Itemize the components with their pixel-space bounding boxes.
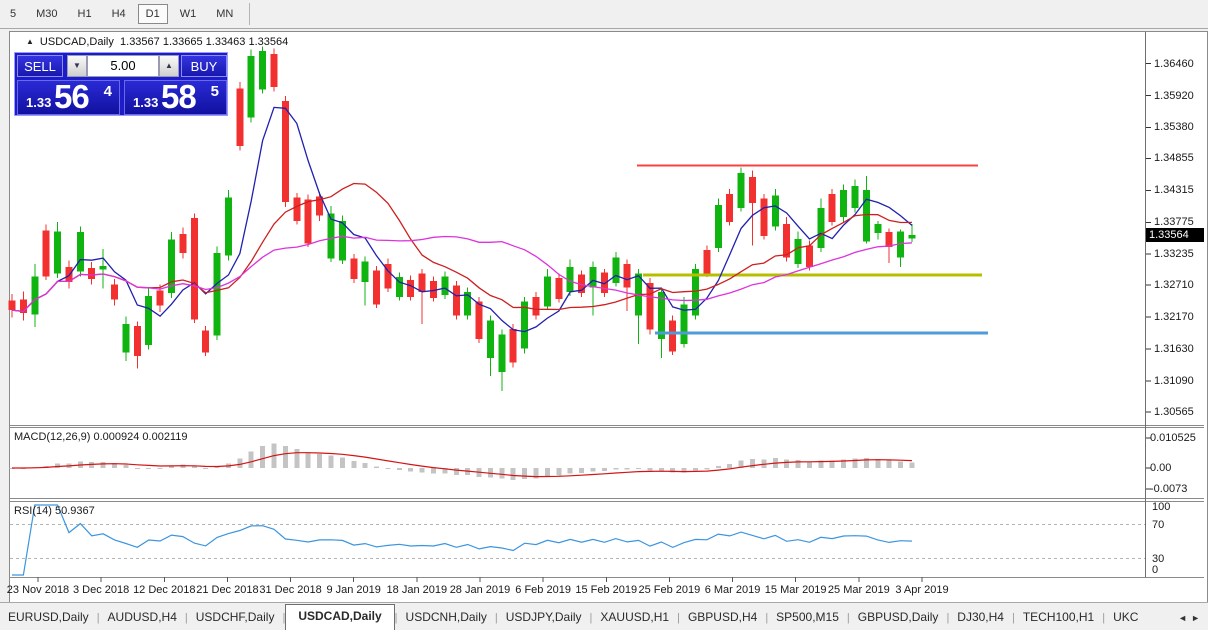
buy-price-pip-sup: 5 <box>211 83 219 100</box>
volume-input[interactable]: 5.00 <box>87 55 159 77</box>
date-label: 12 Dec 2018 <box>130 584 198 596</box>
tab-usdjpy-daily[interactable]: USDJPY,Daily <box>498 606 590 630</box>
price-axis-label: 1.34315 <box>1154 184 1194 196</box>
price-axis-label: 1.35380 <box>1154 121 1194 133</box>
tab-ukc[interactable]: UKC <box>1105 606 1146 630</box>
tab-usdcad-daily[interactable]: USDCAD,Daily <box>285 604 394 630</box>
tab-dj30-h4[interactable]: DJ30,H4 <box>949 606 1012 630</box>
date-label: 25 Feb 2019 <box>635 584 703 596</box>
tab-tech100-h1[interactable]: TECH100,H1 <box>1015 606 1102 630</box>
date-label: 6 Feb 2019 <box>509 584 577 596</box>
price-axis-label: 1.30565 <box>1154 406 1194 418</box>
tab-xauusd-h1[interactable]: XAUUSD,H1 <box>592 606 677 630</box>
price-axis-label: 1.32170 <box>1154 311 1194 323</box>
date-label: 3 Apr 2019 <box>888 584 956 596</box>
tab-usdchf-daily[interactable]: USDCHF,Daily <box>188 606 283 630</box>
macd-indicator-label: MACD(12,26,9) 0.000924 0.002119 <box>14 431 187 443</box>
price-axis-label: 1.35920 <box>1154 90 1194 102</box>
tab-gbpusd-daily[interactable]: GBPUSD,Daily <box>850 606 947 630</box>
chart-tab-bar: EURUSD,Daily|AUDUSD,H4|USDCHF,Daily|USDC… <box>0 602 1208 630</box>
tab-gbpusd-h4[interactable]: GBPUSD,H4 <box>680 606 765 630</box>
date-label: 23 Nov 2018 <box>4 584 72 596</box>
date-label: 25 Mar 2019 <box>825 584 893 596</box>
date-label: 21 Dec 2018 <box>193 584 261 596</box>
sell-price-prefix: 1.33 <box>26 95 51 110</box>
collapse-triangle-icon[interactable]: ▲ <box>26 37 34 46</box>
price-axis-label: 1.33235 <box>1154 248 1194 260</box>
current-price-tag: 1.33564 <box>1146 228 1204 242</box>
price-axis-label: 1.32710 <box>1154 279 1194 291</box>
volume-increase-button[interactable]: ▲ <box>159 55 179 77</box>
tab-sp500-m15[interactable]: SP500,M15 <box>768 606 847 630</box>
price-axis-label: 1.31630 <box>1154 343 1194 355</box>
date-label: 28 Jan 2019 <box>446 584 514 596</box>
rsi-indicator-label: RSI(14) 50.9367 <box>14 505 95 517</box>
date-label: 6 Mar 2019 <box>699 584 767 596</box>
date-label: 31 Dec 2018 <box>257 584 325 596</box>
rsi-axis-label: 70 <box>1152 519 1164 531</box>
volume-decrease-button[interactable]: ▼ <box>67 55 87 77</box>
chart-ohlc-readout: 1.33567 1.33665 1.33463 1.33564 <box>120 36 288 48</box>
chart-title: ▲ USDCAD,Daily 1.33567 1.33665 1.33463 1.… <box>26 36 288 48</box>
buy-button[interactable]: BUY <box>181 55 227 77</box>
rsi-axis-label: 0 <box>1152 564 1158 576</box>
tab-audusd-h4[interactable]: AUDUSD,H4 <box>100 606 185 630</box>
date-label: 3 Dec 2018 <box>67 584 135 596</box>
sell-price-pip-sup: 4 <box>104 83 112 100</box>
price-axis-label: 1.34855 <box>1154 152 1194 164</box>
sell-price-display[interactable]: 1.33 56 4 <box>17 80 120 115</box>
tab-scroll-right-icon[interactable]: ► <box>1191 613 1204 623</box>
chart-symbol-period: USDCAD,Daily <box>40 36 114 48</box>
buy-price-prefix: 1.33 <box>133 95 158 110</box>
date-label: 15 Feb 2019 <box>572 584 640 596</box>
macd-axis-label: 0.010525 <box>1150 432 1196 444</box>
one-click-trading-panel: SELL ▼ 5.00 ▲ BUY 1.33 56 4 1.33 58 5 <box>14 52 228 116</box>
price-axis-label: 1.31090 <box>1154 375 1194 387</box>
date-label: 18 Jan 2019 <box>383 584 451 596</box>
sell-price-big-digits: 56 <box>54 78 89 116</box>
date-label: 15 Mar 2019 <box>762 584 830 596</box>
rsi-axis-label: 100 <box>1152 501 1170 513</box>
macd-axis-label: 0.00 <box>1150 462 1171 474</box>
tab-scroll-arrows: ◄► <box>1178 613 1204 623</box>
tab-usdcnh-daily[interactable]: USDCNH,Daily <box>398 606 495 630</box>
terminal-window: 5M30H1H4D1W1MN ▲USDCAD,Daily 1.33567 1.3… <box>0 0 1208 629</box>
macd-axis-label: -0.0073 <box>1150 483 1187 495</box>
tab-eurusd-daily[interactable]: EURUSD,Daily <box>0 606 97 630</box>
tab-scroll-left-icon[interactable]: ◄ <box>1178 613 1191 623</box>
buy-price-display[interactable]: 1.33 58 5 <box>124 80 227 115</box>
date-label: 9 Jan 2019 <box>320 584 388 596</box>
rsi-axis-label: 30 <box>1152 553 1164 565</box>
price-axis-label: 1.33775 <box>1154 216 1194 228</box>
sell-button[interactable]: SELL <box>17 55 63 77</box>
buy-price-big-digits: 58 <box>161 78 196 116</box>
price-axis-label: 1.36460 <box>1154 58 1194 70</box>
